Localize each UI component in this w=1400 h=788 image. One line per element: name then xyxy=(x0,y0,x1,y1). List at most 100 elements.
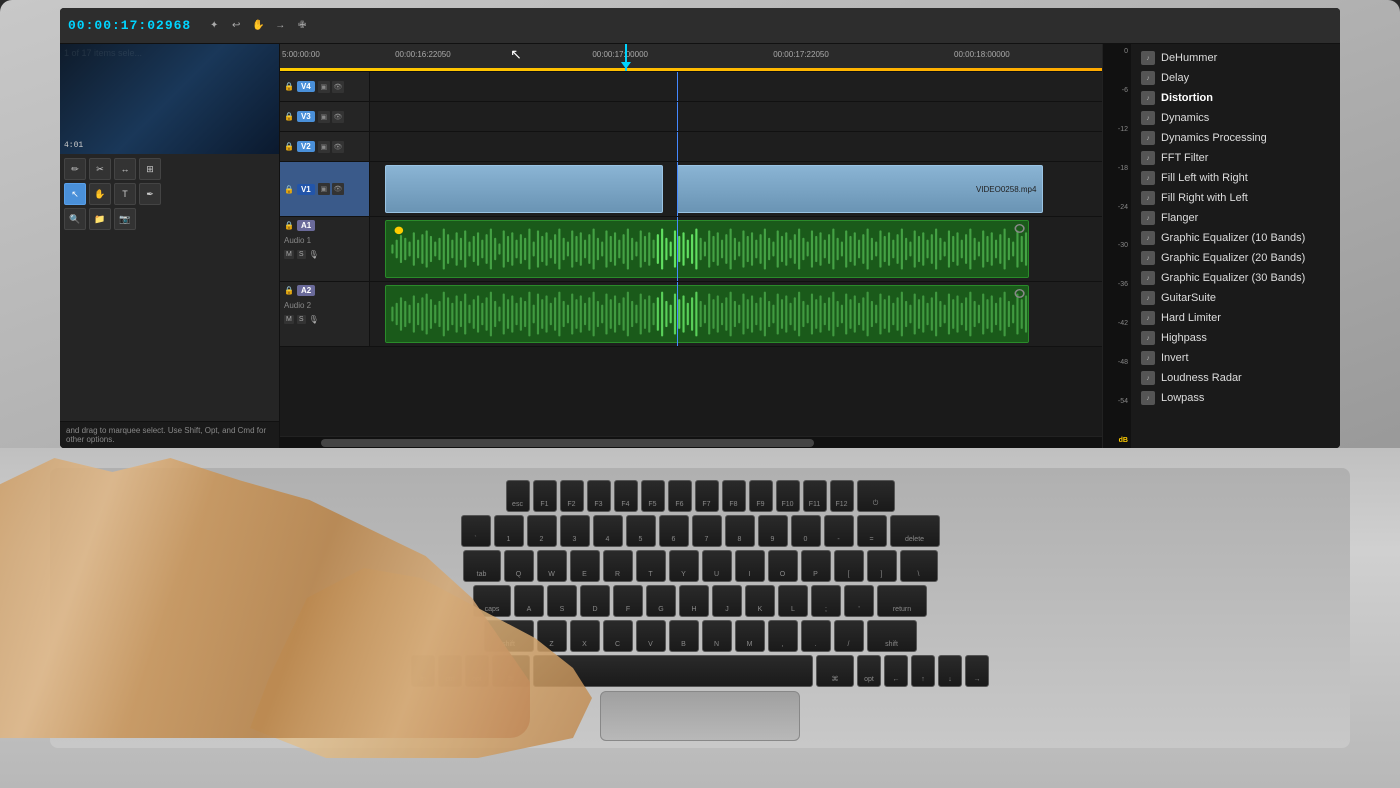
track-a2-m[interactable]: M xyxy=(284,315,294,324)
track-a1-mic[interactable]: 🎙 xyxy=(309,250,319,259)
key-5[interactable]: 5 xyxy=(626,515,656,547)
tool-move[interactable]: ↔ xyxy=(114,158,136,180)
key-4[interactable]: 4 xyxy=(593,515,623,547)
key-f1[interactable]: F1 xyxy=(533,480,557,512)
track-camera-v1[interactable]: ▣ xyxy=(318,183,330,195)
key-f9[interactable]: F9 xyxy=(749,480,773,512)
track-a2-s[interactable]: S xyxy=(297,315,306,324)
key-u[interactable]: U xyxy=(702,550,732,582)
effect-item-17[interactable]: ♪Lowpass xyxy=(1131,388,1340,408)
key-2[interactable]: 2 xyxy=(527,515,557,547)
key-semicolon[interactable]: ; xyxy=(811,585,841,617)
effect-item-11[interactable]: ♪Graphic Equalizer (30 Bands) xyxy=(1131,268,1340,288)
key-bracket-right[interactable]: ] xyxy=(867,550,897,582)
track-a1-s[interactable]: S xyxy=(297,250,306,259)
key-j[interactable]: J xyxy=(712,585,742,617)
key-a[interactable]: A xyxy=(514,585,544,617)
key-return[interactable]: return xyxy=(877,585,927,617)
key-c[interactable]: C xyxy=(603,620,633,652)
effect-item-7[interactable]: ♪Fill Right with Left xyxy=(1131,188,1340,208)
key-0[interactable]: 0 xyxy=(791,515,821,547)
track-eye-v3[interactable]: 👁 xyxy=(332,111,344,123)
key-f11[interactable]: F11 xyxy=(803,480,827,512)
tool-hand[interactable]: ✋ xyxy=(89,183,111,205)
effect-item-5[interactable]: ♪FFT Filter xyxy=(1131,148,1340,168)
key-shift-right[interactable]: shift xyxy=(867,620,917,652)
effect-item-8[interactable]: ♪Flanger xyxy=(1131,208,1340,228)
key-n[interactable]: N xyxy=(702,620,732,652)
key-g[interactable]: G xyxy=(646,585,676,617)
track-a2-mic[interactable]: 🎙 xyxy=(309,315,319,324)
tool-arrow-icon[interactable]: → xyxy=(271,17,289,35)
effect-item-13[interactable]: ♪Hard Limiter xyxy=(1131,308,1340,328)
tool-razor-icon[interactable]: ↩ xyxy=(227,17,245,35)
key-equals[interactable]: = xyxy=(857,515,887,547)
tool-pencil[interactable]: ✏ xyxy=(64,158,86,180)
effect-item-0[interactable]: ♪DeHummer xyxy=(1131,48,1340,68)
track-camera-v2[interactable]: ▣ xyxy=(318,141,330,153)
key-minus[interactable]: - xyxy=(824,515,854,547)
effect-item-12[interactable]: ♪GuitarSuite xyxy=(1131,288,1340,308)
key-arrow-down[interactable]: ↓ xyxy=(938,655,962,687)
key-l[interactable]: L xyxy=(778,585,808,617)
key-slash[interactable]: / xyxy=(834,620,864,652)
key-x[interactable]: X xyxy=(570,620,600,652)
key-f3[interactable]: F3 xyxy=(587,480,611,512)
tool-select-icon[interactable]: ✦ xyxy=(205,17,223,35)
timeline-scrollbar[interactable] xyxy=(280,436,1102,448)
track-eye-v4[interactable]: 👁 xyxy=(332,81,344,93)
key-8[interactable]: 8 xyxy=(725,515,755,547)
video-clip-left[interactable] xyxy=(385,165,663,213)
key-esc[interactable]: esc xyxy=(506,480,530,512)
key-t[interactable]: T xyxy=(636,550,666,582)
key-r[interactable]: R xyxy=(603,550,633,582)
key-3[interactable]: 3 xyxy=(560,515,590,547)
key-f[interactable]: F xyxy=(613,585,643,617)
effect-item-10[interactable]: ♪Graphic Equalizer (20 Bands) xyxy=(1131,248,1340,268)
tool-add-icon[interactable]: ✙ xyxy=(293,17,311,35)
effect-item-3[interactable]: ♪Dynamics xyxy=(1131,108,1340,128)
key-f5[interactable]: F5 xyxy=(641,480,665,512)
effect-item-1[interactable]: ♪Delay xyxy=(1131,68,1340,88)
key-m[interactable]: M xyxy=(735,620,765,652)
track-content-a1[interactable] xyxy=(370,217,1102,281)
video-clip-right[interactable]: VIDEO0258.mp4 xyxy=(677,165,1043,213)
key-q[interactable]: Q xyxy=(504,550,534,582)
key-comma[interactable]: , xyxy=(768,620,798,652)
audio-clip-a1[interactable] xyxy=(385,220,1029,278)
key-opt-right[interactable]: opt xyxy=(857,655,881,687)
key-1[interactable]: 1 xyxy=(494,515,524,547)
key-quote[interactable]: ' xyxy=(844,585,874,617)
effect-item-4[interactable]: ♪Dynamics Processing xyxy=(1131,128,1340,148)
effect-item-16[interactable]: ♪Loudness Radar xyxy=(1131,368,1340,388)
key-h[interactable]: H xyxy=(679,585,709,617)
track-content-v1[interactable]: VIDEO0258.mp4 xyxy=(370,162,1102,216)
track-a1-m[interactable]: M xyxy=(284,250,294,259)
key-e[interactable]: E xyxy=(570,550,600,582)
key-f12[interactable]: F12 xyxy=(830,480,854,512)
key-backslash[interactable]: \ xyxy=(900,550,938,582)
effect-item-9[interactable]: ♪Graphic Equalizer (10 Bands) xyxy=(1131,228,1340,248)
key-9[interactable]: 9 xyxy=(758,515,788,547)
key-tab[interactable]: tab xyxy=(463,550,501,582)
key-o[interactable]: O xyxy=(768,550,798,582)
key-f8[interactable]: F8 xyxy=(722,480,746,512)
key-arrow-left[interactable]: ← xyxy=(884,655,908,687)
key-s[interactable]: S xyxy=(547,585,577,617)
key-f6[interactable]: F6 xyxy=(668,480,692,512)
key-d[interactable]: D xyxy=(580,585,610,617)
effect-item-6[interactable]: ♪Fill Left with Right xyxy=(1131,168,1340,188)
tool-hand-icon[interactable]: ✋ xyxy=(249,17,267,35)
audio-clip-a2[interactable] xyxy=(385,285,1029,343)
key-f4[interactable]: F4 xyxy=(614,480,638,512)
tool-camera[interactable]: 📷 xyxy=(114,208,136,230)
key-i[interactable]: I xyxy=(735,550,765,582)
key-v[interactable]: V xyxy=(636,620,666,652)
key-p[interactable]: P xyxy=(801,550,831,582)
track-eye-v2[interactable]: 👁 xyxy=(332,141,344,153)
key-y[interactable]: Y xyxy=(669,550,699,582)
scrollbar-thumb[interactable] xyxy=(321,439,814,447)
key-delete[interactable]: delete xyxy=(890,515,940,547)
key-f10[interactable]: F10 xyxy=(776,480,800,512)
key-k[interactable]: K xyxy=(745,585,775,617)
